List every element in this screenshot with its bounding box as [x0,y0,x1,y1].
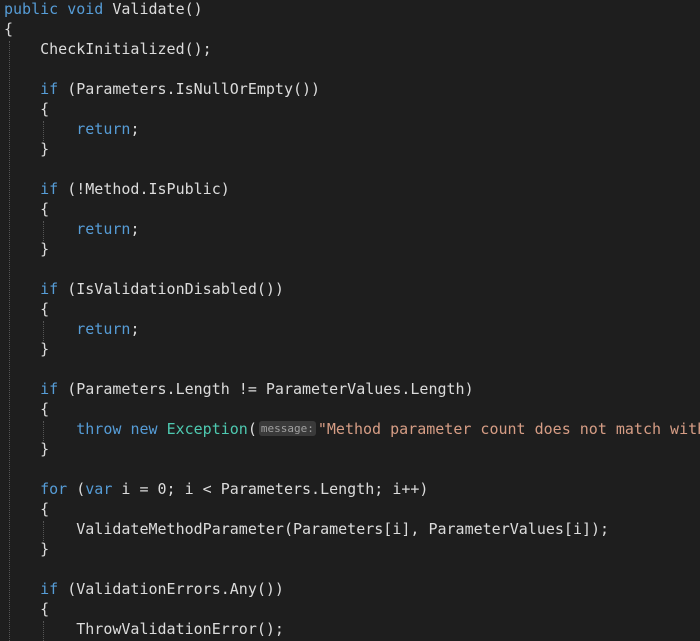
code-token: { [4,400,50,418]
code-line[interactable]: CheckInitialized(); [4,39,212,59]
code-line[interactable]: return; [4,119,139,139]
code-token: { [4,20,14,38]
code-token: { [4,200,50,218]
code-token: } [4,140,50,158]
code-line[interactable]: { [4,99,49,119]
code-token: ( [247,420,257,438]
code-line[interactable]: { [4,599,49,619]
code-line[interactable]: if (IsValidationDisabled()) [4,279,284,299]
code-token: ; [130,120,140,138]
code-line[interactable]: { [4,499,49,519]
code-token: ; [130,320,140,338]
code-token: (Parameters.IsNullOrEmpty()) [58,80,321,98]
code-token: ValidateMethodParameter(Parameters[i], P… [4,520,610,538]
code-token: (Parameters.Length != ParameterValues.Le… [58,380,474,398]
code-line[interactable]: { [4,299,49,319]
code-line[interactable]: if (Parameters.Length != ParameterValues… [4,379,474,399]
code-token: { [4,500,50,518]
code-token: new [130,420,158,438]
code-token: Exception [166,420,248,438]
code-token: } [4,440,50,458]
code-token: "Method parameter count does not match w… [317,420,700,438]
code-token: return [76,120,131,138]
code-token: return [76,320,131,338]
code-token: if [40,380,59,398]
code-token: void [67,0,104,18]
code-token: { [4,100,50,118]
code-token: (ValidationErrors.Any()) [58,580,284,598]
code-token: throw [76,420,122,438]
code-token: var [85,480,113,498]
code-editor[interactable]: public void Validate(){ CheckInitialized… [0,0,700,641]
code-line[interactable]: { [4,199,49,219]
code-line[interactable]: } [4,239,49,259]
code-line[interactable]: return; [4,319,139,339]
code-line[interactable]: { [4,19,13,39]
code-line[interactable]: } [4,439,49,459]
code-token: return [76,220,131,238]
code-token: { [4,600,50,618]
code-line[interactable]: } [4,139,49,159]
code-line[interactable]: throw new Exception(message: "Method para… [4,419,700,439]
code-line[interactable]: ThrowValidationError(); [4,619,284,639]
code-line[interactable]: ValidateMethodParameter(Parameters[i], P… [4,519,609,539]
code-line[interactable]: { [4,399,49,419]
code-line[interactable]: if (!Method.IsPublic) [4,179,230,199]
code-token: ThrowValidationError(); [4,620,284,638]
code-line[interactable]: if (Parameters.IsNullOrEmpty()) [4,79,320,99]
code-token: } [4,540,50,558]
code-token: } [4,240,50,258]
code-line[interactable]: public void Validate() [4,0,203,19]
parameter-hint: message: [258,421,316,436]
code-token: CheckInitialized(); [4,40,212,58]
code-token: if [40,580,59,598]
code-line[interactable]: } [4,539,49,559]
code-token: if [40,280,59,298]
code-token: i = 0; i < Parameters.Length; i++) [112,480,429,498]
code-token: if [40,80,59,98]
code-token: { [4,300,50,318]
code-token: (!Method.IsPublic) [58,180,230,198]
code-line[interactable]: return; [4,219,139,239]
code-line[interactable]: } [4,339,49,359]
code-line[interactable]: if (ValidationErrors.Any()) [4,579,284,599]
code-token: (IsValidationDisabled()) [58,280,284,298]
code-line[interactable]: for (var i = 0; i < Parameters.Length; i… [4,479,428,499]
code-token: ( [67,480,86,498]
code-token: for [40,480,68,498]
code-token: if [40,180,59,198]
code-token: ; [130,220,140,238]
code-token: Validate() [103,0,203,18]
code-token: public [4,0,59,18]
code-token: } [4,340,50,358]
